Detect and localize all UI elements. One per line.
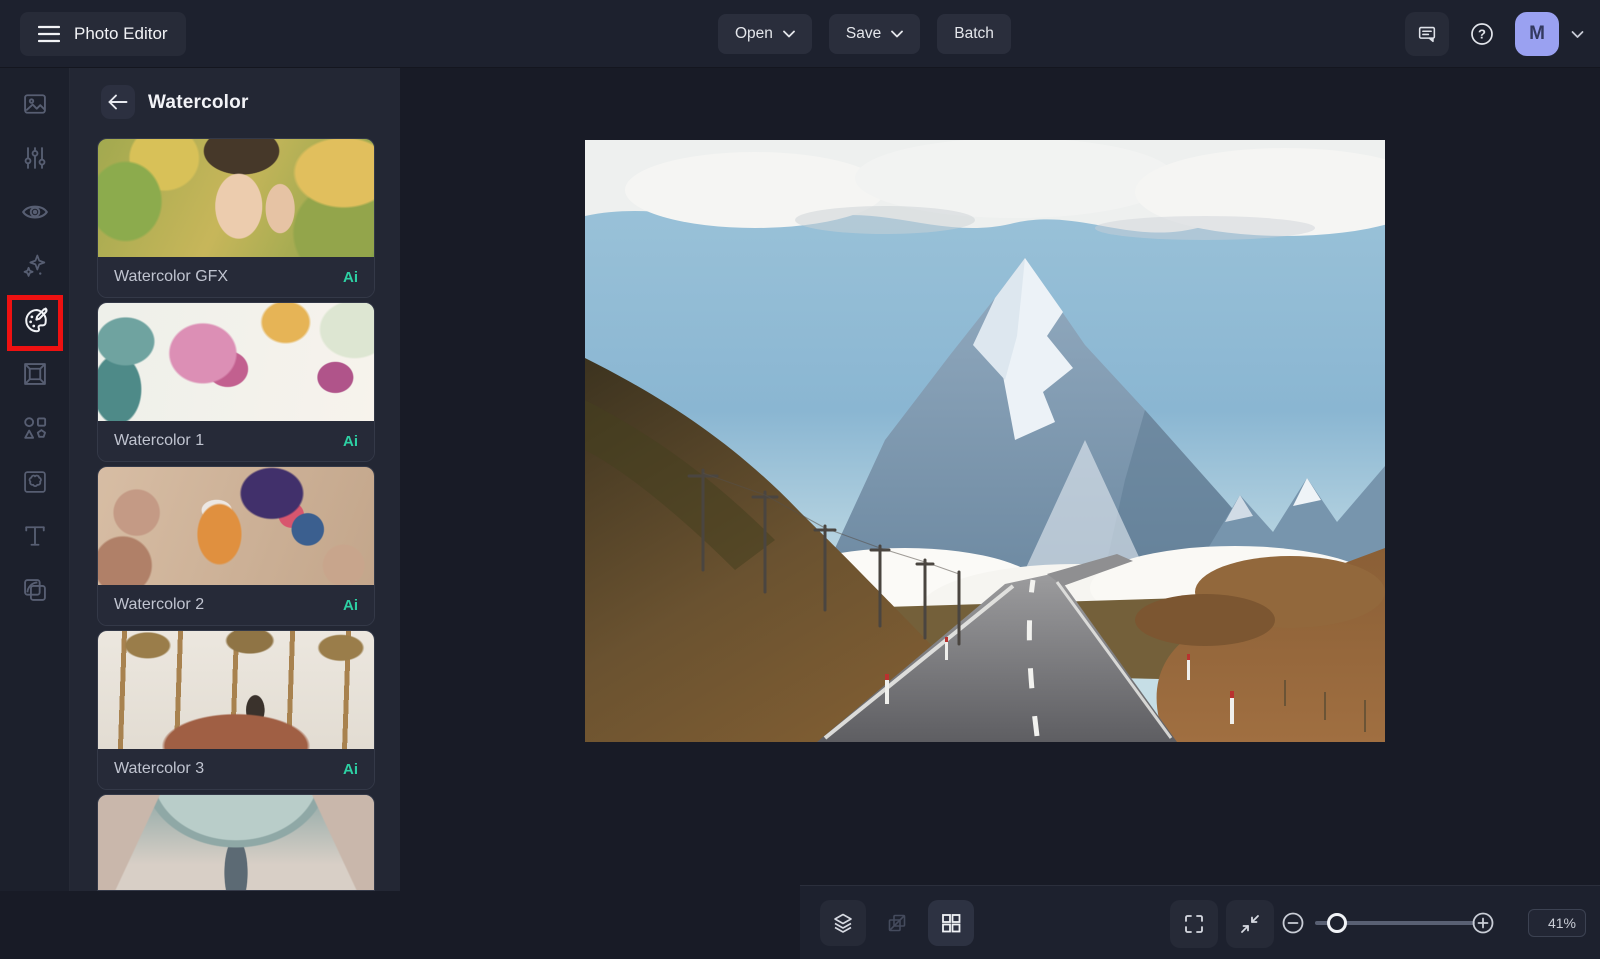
grid-view-button[interactable] [928,900,974,946]
bottom-toolbar: 41% [800,885,1600,959]
fullscreen-button[interactable] [1170,900,1218,948]
tool-rail [0,68,70,891]
fit-screen-icon [1238,912,1262,936]
effect-thumbnail [98,795,374,890]
back-arrow-icon [108,94,128,110]
mountain-road-image [585,140,1385,742]
chevron-down-icon [783,30,795,38]
feedback-button[interactable] [1405,12,1449,56]
help-icon: ? [1469,21,1495,47]
topbar-center-actions: Open Save Batch [718,14,1011,54]
avatar-chevron-icon[interactable] [1571,30,1584,39]
effect-label: Watercolor 1 [114,432,205,449]
effect-thumbnail [98,139,374,259]
topbar-right-actions: ? M [1405,12,1584,56]
effect-label: Watercolor 3 [114,760,205,777]
menu-icon [38,25,60,43]
effect-thumbnail [98,303,374,423]
zoom-in-button[interactable] [1460,900,1506,946]
app-title: Photo Editor [74,24,168,43]
canvas-area[interactable]: 41% [400,68,1600,959]
zoom-out-icon [1279,909,1307,937]
canvas-photo[interactable] [585,140,1385,742]
batch-button[interactable]: Batch [937,14,1011,54]
eye-icon[interactable] [19,196,51,228]
save-button[interactable]: Save [828,14,921,54]
frame-icon[interactable] [19,358,51,390]
text-icon[interactable] [19,520,51,552]
effect-card-watercolor-1[interactable]: Watercolor 1 Ai [97,302,375,462]
ai-badge: Ai [343,268,358,286]
grid-view-icon [939,911,963,935]
palette-icon[interactable] [19,304,51,336]
effect-card-watercolor-gfx[interactable]: Watercolor GFX Ai [97,138,375,298]
ai-sparkles-icon[interactable] [19,250,51,282]
shapes-icon[interactable] [19,412,51,444]
ai-badge: Ai [343,760,358,778]
adjust-sliders-icon[interactable] [19,142,51,174]
zoom-value-field[interactable]: 41% [1528,909,1586,937]
fullscreen-icon [1182,912,1206,936]
fit-screen-button[interactable] [1226,900,1274,948]
effects-list: Watercolor GFX Ai Watercolor 1 Ai Waterc… [97,138,375,891]
help-button[interactable]: ? [1461,13,1503,55]
mosaic-icon[interactable] [19,466,51,498]
effect-label: Watercolor 2 [114,596,205,613]
effect-card-watercolor-4[interactable] [97,794,375,891]
effect-thumbnail [98,467,374,587]
layers-button[interactable] [820,900,866,946]
zoom-in-icon [1469,909,1497,937]
open-button[interactable]: Open [718,14,812,54]
zoom-slider-knob[interactable] [1327,913,1347,933]
svg-text:?: ? [1478,27,1486,42]
zoom-out-button[interactable] [1270,900,1316,946]
effects-panel: Watercolor Watercolor GFX Ai Watercolor … [70,68,400,891]
panel-header: Watercolor [70,68,400,138]
compare-button [874,900,920,946]
image-icon[interactable] [19,88,51,120]
zoom-slider[interactable] [1315,913,1475,933]
ai-badge: Ai [343,596,358,614]
collage-icon[interactable] [19,574,51,606]
effect-card-watercolor-3[interactable]: Watercolor 3 Ai [97,630,375,790]
panel-title: Watercolor [148,92,249,113]
effect-card-watercolor-2[interactable]: Watercolor 2 Ai [97,466,375,626]
layers-icon [831,911,855,935]
feedback-icon [1416,23,1438,45]
top-bar: Photo Editor Open Save Batch ? M [0,0,1600,68]
back-button[interactable] [101,85,135,119]
compare-icon [885,911,909,935]
ai-badge: Ai [343,432,358,450]
chevron-down-icon [891,30,904,38]
effect-label: Watercolor GFX [114,268,229,285]
effect-thumbnail [98,631,374,751]
app-menu-button[interactable]: Photo Editor [20,12,186,56]
avatar[interactable]: M [1515,12,1559,56]
